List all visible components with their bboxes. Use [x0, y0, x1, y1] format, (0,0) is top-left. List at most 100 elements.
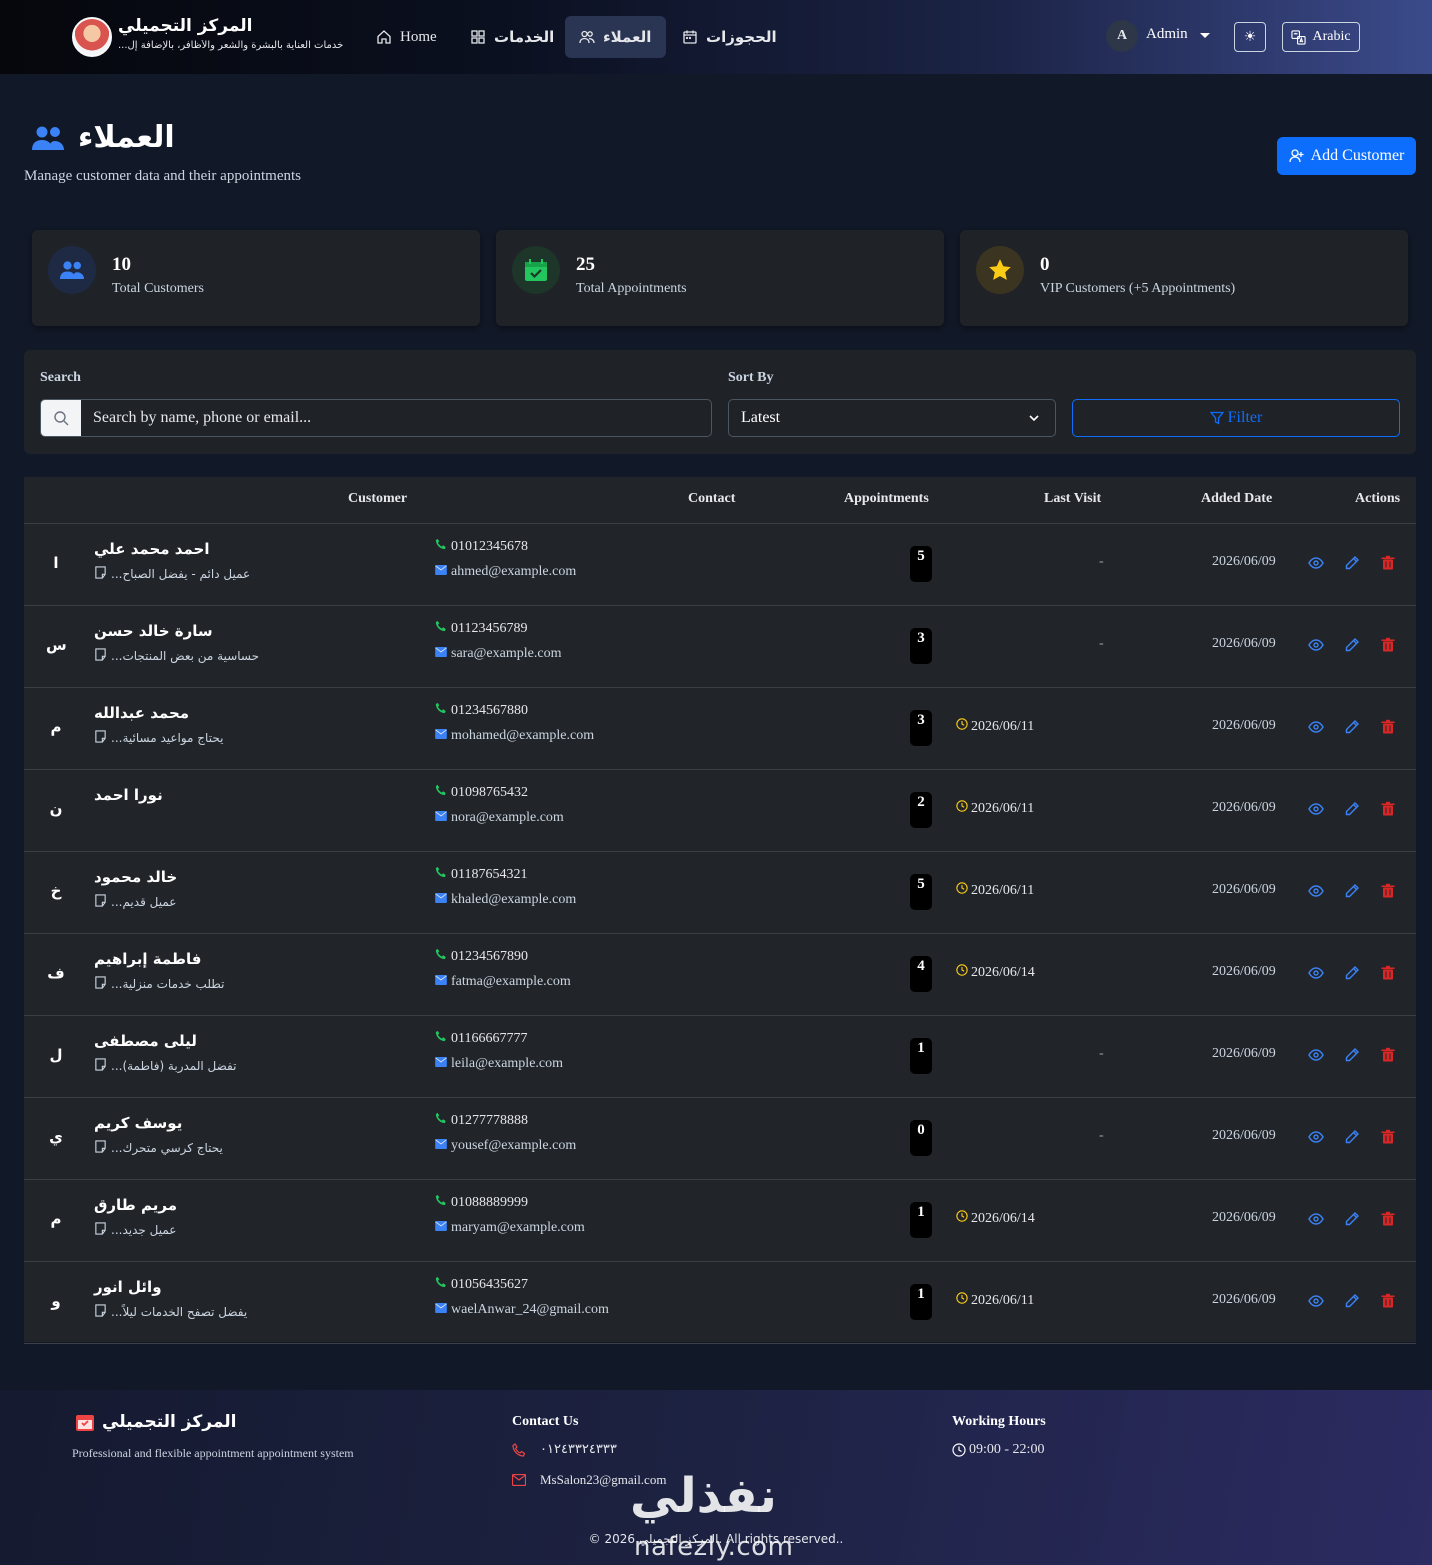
view-icon[interactable] — [1308, 965, 1324, 981]
delete-icon[interactable] — [1380, 719, 1396, 735]
edit-icon[interactable] — [1344, 719, 1360, 735]
delete-icon[interactable] — [1380, 555, 1396, 571]
customer-phone[interactable]: 01234567890 — [435, 948, 528, 965]
sort-select[interactable]: Latest — [728, 399, 1056, 437]
customer-email[interactable]: nora@example.com — [435, 810, 564, 826]
table-row[interactable]: ل ليلى مصطفى تفضل المدربة (فاطمة)... 011666… — [24, 1016, 1416, 1098]
customer-email[interactable]: fatma@example.com — [435, 974, 571, 990]
users-icon — [32, 126, 64, 150]
note-icon — [94, 894, 107, 910]
customer-name[interactable]: مريم طارق — [94, 1196, 254, 1214]
phone-icon — [435, 948, 447, 965]
search-field[interactable] — [40, 399, 712, 437]
customer-name[interactable]: احمد محمد علي — [94, 540, 254, 558]
customer-phone[interactable]: 01277778888 — [435, 1112, 528, 1129]
customer-phone[interactable]: 01012345678 — [435, 538, 528, 555]
customer-phone[interactable]: 01088889999 — [435, 1194, 528, 1211]
table-row[interactable]: ف فاطمة إبراهيم تطلب خدمات منزلية... 012345… — [24, 934, 1416, 1016]
view-icon[interactable] — [1308, 1047, 1324, 1063]
edit-icon[interactable] — [1344, 1211, 1360, 1227]
edit-icon[interactable] — [1344, 1129, 1360, 1145]
customer-email[interactable]: ahmed@example.com — [435, 564, 576, 580]
customer-phone[interactable]: 01123456789 — [435, 620, 527, 637]
customer-name[interactable]: سارة خالد حسن — [94, 622, 254, 640]
theme-toggle-button[interactable]: ☀ — [1234, 22, 1266, 52]
edit-icon[interactable] — [1344, 555, 1360, 571]
delete-icon[interactable] — [1380, 883, 1396, 899]
clock-icon — [956, 718, 968, 735]
view-icon[interactable] — [1308, 801, 1324, 817]
filter-button-label: Filter — [1227, 409, 1263, 426]
table-row[interactable]: ن نورا احمد 01098765432 nora@example.com 2 20… — [24, 770, 1416, 852]
column-header-appointments[interactable]: Appointments — [844, 491, 929, 507]
table-row[interactable]: ي يوسف كريم يحتاج كرسي متحرك... 01277778888… — [24, 1098, 1416, 1180]
customer-email[interactable]: leila@example.com — [435, 1056, 563, 1072]
customer-name[interactable]: وائل انور — [94, 1278, 254, 1296]
customer-email-value: mohamed@example.com — [451, 728, 595, 743]
delete-icon[interactable] — [1380, 1211, 1396, 1227]
customer-email[interactable]: mohamed@example.com — [435, 728, 594, 744]
edit-icon[interactable] — [1344, 637, 1360, 653]
view-icon[interactable] — [1308, 1129, 1324, 1145]
customer-phone[interactable]: 01056435627 — [435, 1276, 528, 1293]
customer-initial: ن — [49, 800, 63, 818]
column-header-customer[interactable]: Customer — [348, 491, 407, 507]
customer-name[interactable]: يوسف كريم — [94, 1114, 254, 1132]
customer-name[interactable]: ليلى مصطفى — [94, 1032, 254, 1050]
delete-icon[interactable] — [1380, 801, 1396, 817]
edit-icon[interactable] — [1344, 801, 1360, 817]
column-header-contact[interactable]: Contact — [688, 491, 735, 507]
user-dropdown-caret-icon[interactable] — [1200, 33, 1210, 38]
view-icon[interactable] — [1308, 719, 1324, 735]
table-row[interactable]: و وائل انور يفضل تصفح الخدمات ليلاً... 0105… — [24, 1262, 1416, 1344]
column-header-added-date[interactable]: Added Date — [1201, 491, 1272, 507]
footer-phone[interactable]: ٠١٢٤٣٣٢٤٣٣٣ — [512, 1442, 617, 1457]
user-name[interactable]: Admin — [1146, 26, 1188, 43]
customer-phone-value: 01088889999 — [451, 1194, 528, 1210]
customer-phone[interactable]: 01234567880 — [435, 702, 528, 719]
customer-phone[interactable]: 01187654321 — [435, 866, 527, 883]
table-row[interactable]: م محمد عبدالله يحتاج مواعيد مسائية... 01234… — [24, 688, 1416, 770]
delete-icon[interactable] — [1380, 1293, 1396, 1309]
delete-icon[interactable] — [1380, 965, 1396, 981]
customer-phone[interactable]: 01098765432 — [435, 784, 528, 801]
customer-name[interactable]: نورا احمد — [94, 786, 254, 804]
nav-home[interactable]: Home — [362, 16, 451, 58]
nav-customers[interactable]: العملاء — [565, 16, 666, 58]
nav-services[interactable]: الخدمات — [456, 16, 568, 58]
view-icon[interactable] — [1308, 555, 1324, 571]
delete-icon[interactable] — [1380, 637, 1396, 653]
customer-name[interactable]: خالد محمود — [94, 868, 254, 886]
table-row[interactable]: م مريم طارق عميل جديد... 01088889999 maryam@… — [24, 1180, 1416, 1262]
customer-name[interactable]: فاطمة إبراهيم — [94, 950, 254, 968]
view-icon[interactable] — [1308, 1211, 1324, 1227]
edit-icon[interactable] — [1344, 1293, 1360, 1309]
edit-icon[interactable] — [1344, 883, 1360, 899]
filter-button[interactable]: Filter — [1072, 399, 1400, 437]
delete-icon[interactable] — [1380, 1129, 1396, 1145]
nav-bookings[interactable]: الحجوزات — [668, 16, 791, 58]
table-row[interactable]: س سارة خالد حسن حساسية من بعض المنتجات... 0… — [24, 606, 1416, 688]
customer-email[interactable]: khaled@example.com — [435, 892, 576, 908]
view-icon[interactable] — [1308, 1293, 1324, 1309]
customer-name[interactable]: محمد عبدالله — [94, 704, 254, 722]
edit-icon[interactable] — [1344, 1047, 1360, 1063]
customer-phone[interactable]: 01166667777 — [435, 1030, 527, 1047]
language-button[interactable]: Arabic — [1282, 22, 1360, 52]
brand-logo[interactable] — [72, 17, 112, 57]
edit-icon[interactable] — [1344, 965, 1360, 981]
table-row[interactable]: خ خالد محمود عميل قديم... 01187654321 khaled… — [24, 852, 1416, 934]
table-row[interactable]: ا احمد محمد علي عميل دائم - يفضل الصباح...… — [24, 524, 1416, 606]
view-icon[interactable] — [1308, 883, 1324, 899]
search-input[interactable] — [81, 400, 711, 436]
add-customer-button[interactable]: Add Customer — [1277, 137, 1416, 175]
view-icon[interactable] — [1308, 637, 1324, 653]
customer-email[interactable]: waelAnwar_24@gmail.com — [435, 1302, 609, 1318]
customer-email[interactable]: sara@example.com — [435, 646, 561, 662]
brand-title[interactable]: المركز التجميلي — [118, 16, 358, 36]
customer-email[interactable]: yousef@example.com — [435, 1138, 576, 1154]
delete-icon[interactable] — [1380, 1047, 1396, 1063]
customer-email[interactable]: maryam@example.com — [435, 1220, 585, 1236]
user-avatar[interactable]: A — [1106, 20, 1138, 52]
column-header-last-visit[interactable]: Last Visit — [1044, 491, 1101, 507]
